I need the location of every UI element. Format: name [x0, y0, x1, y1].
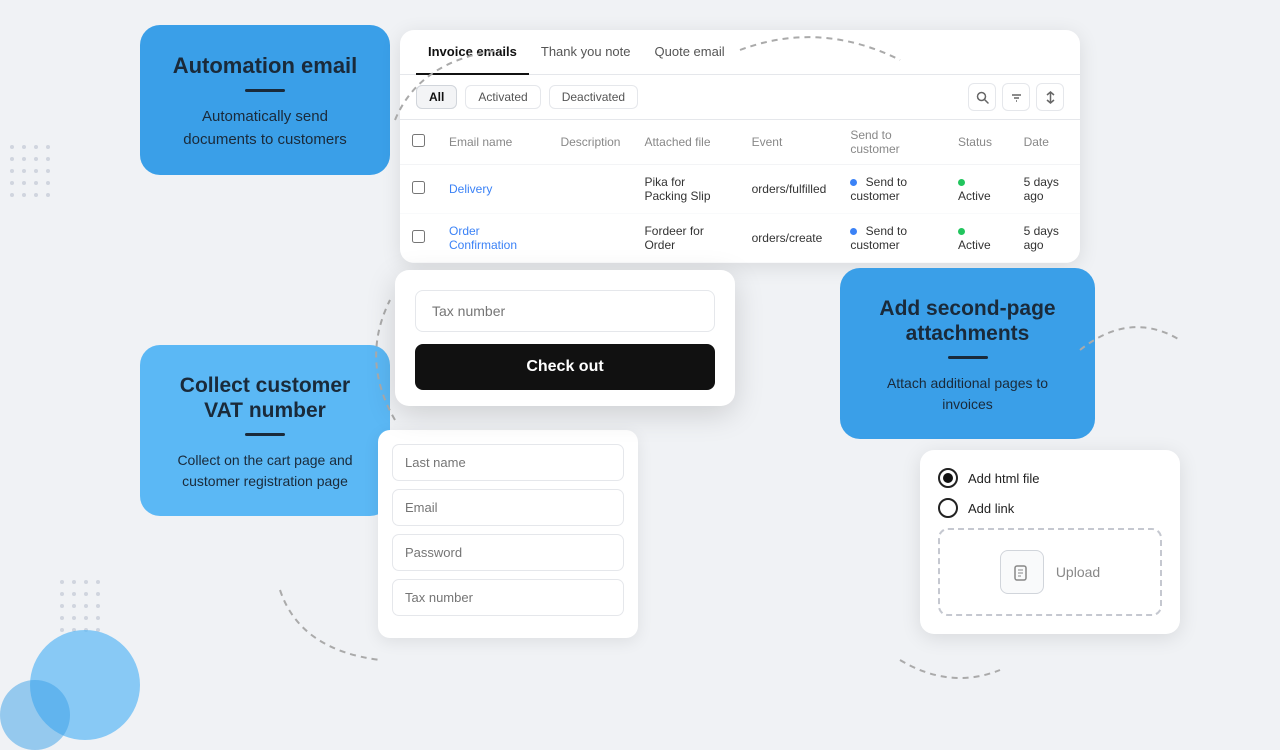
row-checkbox-2[interactable]: [412, 230, 425, 243]
table-filters: All Activated Deactivated: [400, 75, 1080, 120]
upload-icon: [1000, 550, 1044, 594]
col-status: Status: [946, 120, 1012, 165]
row-attached-file-1: Pika for Packing Slip: [632, 165, 739, 214]
last-name-input[interactable]: [392, 444, 624, 481]
radio-circle-html: [938, 468, 958, 488]
col-attached-file: Attached file: [632, 120, 739, 165]
tab-invoice-emails[interactable]: Invoice emails: [416, 30, 529, 75]
row-send-to-1: Send to customer: [838, 165, 946, 214]
email-input[interactable]: [392, 489, 624, 526]
attachments-description: Attach additional pages to invoices: [864, 373, 1071, 415]
row-description-1: [548, 165, 632, 214]
password-input[interactable]: [392, 534, 624, 571]
row-checkbox-1[interactable]: [412, 181, 425, 194]
upload-zone[interactable]: Upload: [938, 528, 1162, 616]
upload-card: Add html file Add link Upload: [920, 450, 1180, 634]
filter-all[interactable]: All: [416, 85, 457, 109]
automation-email-title: Automation email: [164, 53, 366, 79]
radio-label-link: Add link: [968, 501, 1014, 516]
row-date-2: 5 days ago: [1012, 214, 1080, 263]
radio-add-link[interactable]: Add link: [938, 498, 1162, 518]
tab-thank-you-note[interactable]: Thank you note: [529, 30, 643, 75]
automation-email-card: Automation email Automatically send docu…: [140, 25, 390, 175]
tax-number-input-register[interactable]: [392, 579, 624, 616]
row-date-1: 5 days ago: [1012, 165, 1080, 214]
upload-label: Upload: [1056, 564, 1100, 580]
radio-add-html-file[interactable]: Add html file: [938, 468, 1162, 488]
automation-email-divider: [245, 89, 285, 92]
row-event-1: orders/fulfilled: [740, 165, 839, 214]
automation-email-description: Automatically send documents to customer…: [164, 106, 366, 151]
checkout-form-card: Check out: [395, 270, 735, 406]
table-row: Delivery Pika for Packing Slip orders/fu…: [400, 165, 1080, 214]
tax-number-input-checkout[interactable]: [415, 290, 715, 332]
email-link-delivery[interactable]: Delivery: [449, 182, 492, 196]
filter-deactivated[interactable]: Deactivated: [549, 85, 638, 109]
collect-vat-title: Collect customer VAT number: [164, 373, 366, 423]
send-to-dot-2: [850, 228, 857, 235]
row-status-1: Active: [946, 165, 1012, 214]
filter-icon-button[interactable]: [1002, 83, 1030, 111]
attachments-title: Add second-page attachments: [864, 296, 1071, 346]
search-icon-button[interactable]: [968, 83, 996, 111]
sort-icon-button[interactable]: [1036, 83, 1064, 111]
filter-activated[interactable]: Activated: [465, 85, 540, 109]
col-event: Event: [740, 120, 839, 165]
filter-icons: [968, 83, 1064, 111]
collect-vat-card: Collect customer VAT number Collect on t…: [140, 345, 390, 516]
radio-circle-link: [938, 498, 958, 518]
collect-vat-description: Collect on the cart page and customer re…: [164, 450, 366, 492]
registration-form-card: [378, 430, 638, 638]
attachments-card: Add second-page attachments Attach addit…: [840, 268, 1095, 439]
checkout-button[interactable]: Check out: [415, 344, 715, 390]
radio-label-html: Add html file: [968, 471, 1040, 486]
col-description: Description: [548, 120, 632, 165]
collect-vat-divider: [245, 433, 285, 436]
col-date: Date: [1012, 120, 1080, 165]
col-email-name: Email name: [437, 120, 548, 165]
row-status-2: Active: [946, 214, 1012, 263]
email-link-order-confirmation[interactable]: Order Confirmation: [449, 224, 517, 252]
decorative-blob-bottomleft-small: [0, 680, 70, 750]
table-row: Order Confirmation Fordeer for Order ord…: [400, 214, 1080, 263]
row-send-to-2: Send to customer: [838, 214, 946, 263]
select-all-checkbox[interactable]: [412, 134, 425, 147]
tab-quote-email[interactable]: Quote email: [643, 30, 737, 75]
send-to-dot-1: [850, 179, 857, 186]
status-dot-2: [958, 228, 965, 235]
status-dot-1: [958, 179, 965, 186]
decorative-dots-topleft: [10, 145, 70, 225]
email-table: Email name Description Attached file Eve…: [400, 120, 1080, 263]
table-tabs: Invoice emails Thank you note Quote emai…: [400, 30, 1080, 75]
attachments-divider: [948, 356, 988, 359]
email-table-card: Invoice emails Thank you note Quote emai…: [400, 30, 1080, 263]
row-description-2: [548, 214, 632, 263]
row-event-2: orders/create: [740, 214, 839, 263]
col-send-to-customer: Send to customer: [838, 120, 946, 165]
row-attached-file-2: Fordeer for Order: [632, 214, 739, 263]
